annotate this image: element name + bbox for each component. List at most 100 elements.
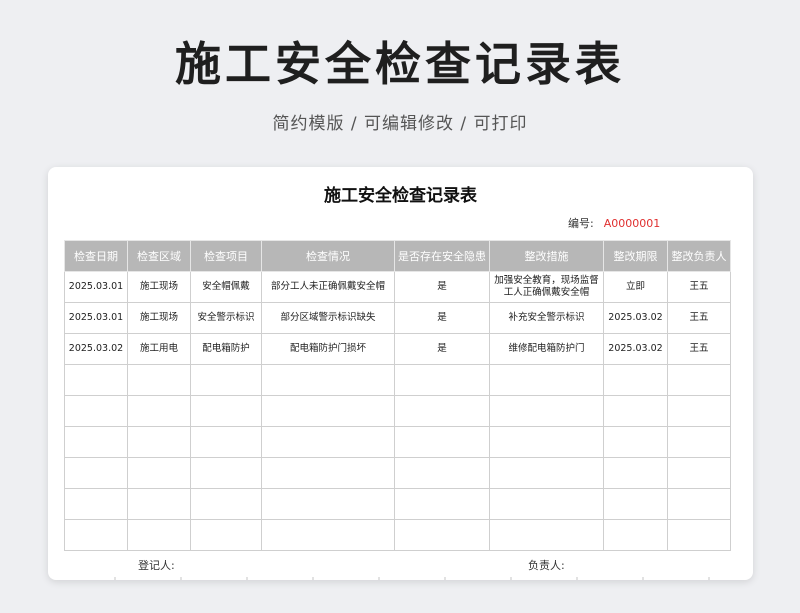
table-cell[interactable] (261, 426, 395, 458)
table-row (64, 457, 731, 489)
serial-value: A0000001 (603, 217, 661, 230)
column-header: 检查项目 (190, 240, 262, 272)
table-cell[interactable] (261, 364, 395, 396)
table-cell[interactable] (667, 364, 731, 396)
table-cell[interactable] (394, 426, 490, 458)
table-cell[interactable]: 配电箱防护门损坏 (261, 333, 395, 365)
table-cell[interactable]: 施工用电 (127, 333, 191, 365)
table-cell[interactable]: 王五 (667, 333, 731, 365)
column-header: 整改期限 (603, 240, 668, 272)
table-row: 2025.03.01 施工现场 安全警示标识 部分区域警示标识缺失是补充安全警示标识 2… (64, 302, 731, 334)
table-cell[interactable]: 是 (394, 302, 490, 334)
table-cell[interactable] (64, 519, 128, 551)
table-cell[interactable]: 配电箱防护 (190, 333, 262, 365)
table-cell[interactable] (261, 395, 395, 427)
table-row (64, 426, 731, 458)
table-cell[interactable] (64, 395, 128, 427)
column-header: 整改负责人 (667, 240, 731, 272)
table-cell[interactable] (127, 364, 191, 396)
table-cell[interactable] (127, 426, 191, 458)
table-cell[interactable] (394, 364, 490, 396)
table-cell[interactable] (64, 426, 128, 458)
table-cell[interactable]: 是 (394, 271, 490, 303)
sheet-title: 施工安全检查记录表 (324, 186, 477, 206)
table-cell[interactable] (603, 457, 668, 489)
table-row: 2025.03.01 施工现场 安全帽佩戴 部分工人未正确佩戴安全帽是加强安全教育，现… (64, 271, 731, 303)
table-cell[interactable] (64, 457, 128, 489)
recorder-label: 登记人: (138, 559, 175, 572)
table-cell[interactable] (190, 426, 262, 458)
table-cell[interactable]: 部分工人未正确佩戴安全帽 (261, 271, 395, 303)
table-cell[interactable]: 补充安全警示标识 (489, 302, 604, 334)
serial-number: 编号: A0000001 (568, 216, 660, 232)
table-cell[interactable] (603, 488, 668, 520)
table-cell[interactable] (489, 426, 604, 458)
column-header: 是否存在安全隐患 (394, 240, 490, 272)
table-cell[interactable]: 2025.03.01 (64, 302, 128, 334)
table-cell[interactable] (603, 364, 668, 396)
inspection-table: 检查日期 检查区域 检查项目 检查情况 是否存在安全隐患 整改措施 整改期限 整… (64, 240, 731, 551)
responsible-label: 负责人: (528, 559, 565, 572)
table-cell[interactable] (394, 519, 490, 551)
table-cell[interactable]: 2025.03.02 (603, 302, 668, 334)
table-cell[interactable] (394, 457, 490, 489)
table-row (64, 519, 731, 551)
table-cell[interactable]: 安全帽佩戴 (190, 271, 262, 303)
table-cell[interactable] (64, 364, 128, 396)
cut-off-row-hint (48, 577, 753, 580)
table-cell[interactable] (603, 519, 668, 551)
table-row (64, 488, 731, 520)
column-header: 检查区域 (127, 240, 191, 272)
table-cell[interactable] (667, 519, 731, 551)
table-cell[interactable]: 立即 (603, 271, 668, 303)
table-cell[interactable]: 施工现场 (127, 271, 191, 303)
column-header: 检查情况 (261, 240, 395, 272)
table-cell[interactable] (127, 519, 191, 551)
table-cell[interactable]: 是 (394, 333, 490, 365)
table-cell[interactable] (603, 426, 668, 458)
table-cell[interactable] (261, 457, 395, 489)
table-row (64, 364, 731, 396)
table-cell[interactable] (394, 395, 490, 427)
table-cell[interactable]: 2025.03.01 (64, 271, 128, 303)
table-cell[interactable]: 安全警示标识 (190, 302, 262, 334)
column-header: 整改措施 (489, 240, 604, 272)
table-cell[interactable] (603, 395, 668, 427)
table-cell[interactable] (190, 519, 262, 551)
table-cell[interactable] (190, 457, 262, 489)
table-cell[interactable] (489, 395, 604, 427)
table-cell[interactable] (667, 488, 731, 520)
table-cell[interactable] (667, 395, 731, 427)
table-cell[interactable] (127, 457, 191, 489)
page-title: 施工安全检查记录表 (175, 37, 625, 91)
table-cell[interactable] (667, 457, 731, 489)
table-cell[interactable] (489, 488, 604, 520)
table-cell[interactable]: 施工现场 (127, 302, 191, 334)
table-cell[interactable]: 2025.03.02 (603, 333, 668, 365)
table-cell[interactable] (489, 364, 604, 396)
table-cell[interactable] (394, 488, 490, 520)
column-header: 检查日期 (64, 240, 128, 272)
table-cell[interactable] (190, 395, 262, 427)
table-cell[interactable] (667, 426, 731, 458)
document-card: 施工安全检查记录表 编号: A0000001 检查日期 检查区域 检查项目 检查情… (48, 167, 753, 580)
table-cell[interactable]: 维修配电箱防护门 (489, 333, 604, 365)
table-header-row: 检查日期 检查区域 检查项目 检查情况 是否存在安全隐患 整改措施 整改期限 整… (64, 240, 731, 272)
table-cell[interactable] (190, 488, 262, 520)
table-cell[interactable] (127, 395, 191, 427)
table-cell[interactable]: 王五 (667, 302, 731, 334)
serial-label: 编号: (568, 217, 594, 230)
table-cell[interactable]: 2025.03.02 (64, 333, 128, 365)
table-cell[interactable]: 部分区域警示标识缺失 (261, 302, 395, 334)
table-row (64, 395, 731, 427)
table-cell[interactable] (489, 519, 604, 551)
table-cell[interactable] (190, 364, 262, 396)
table-cell[interactable]: 加强安全教育，现场监督工人正确佩戴安全帽 (489, 271, 604, 303)
table-cell[interactable] (127, 488, 191, 520)
page-subtitle: 简约模版 / 可编辑修改 / 可打印 (272, 114, 528, 134)
table-cell[interactable] (489, 457, 604, 489)
table-cell[interactable] (261, 519, 395, 551)
table-cell[interactable] (261, 488, 395, 520)
table-cell[interactable] (64, 488, 128, 520)
table-cell[interactable]: 王五 (667, 271, 731, 303)
